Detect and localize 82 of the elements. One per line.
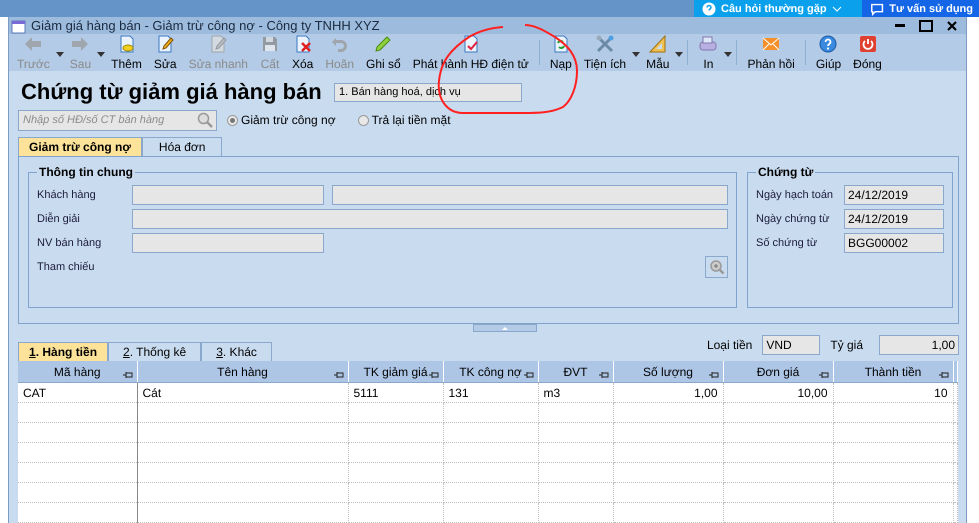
column-header[interactable]: Đơn giá (723, 361, 833, 382)
table-cell: 131 (443, 382, 538, 402)
tab[interactable]: 3. Khác (201, 342, 272, 361)
maximize-icon[interactable] (919, 20, 933, 32)
table-cell: Cát (137, 382, 348, 402)
help-icon (818, 34, 838, 54)
field-label: NV bán hàng (37, 237, 102, 249)
pin-icon[interactable] (938, 370, 948, 378)
toolbar-button[interactable]: Tiện ích (578, 34, 632, 71)
tab[interactable]: 1. Hàng tiền (18, 342, 108, 361)
field-label: Ngày chứng từ (756, 213, 830, 225)
column-header[interactable]: TK công nợ (443, 361, 538, 382)
toolbar-button[interactable]: Xóa (286, 34, 320, 71)
zoom-in-icon (708, 259, 724, 275)
field-label: Diễn giải (37, 213, 81, 225)
support-button[interactable]: Tư vấn sử dụng (862, 0, 979, 17)
field-label: Số chứng từ (756, 237, 818, 249)
close-icon[interactable] (947, 20, 957, 30)
column-header[interactable]: TK giảm giá (348, 361, 443, 382)
pin-icon[interactable] (428, 370, 438, 378)
toolbar-button[interactable]: In (692, 34, 724, 71)
tab[interactable]: Giảm trừ công nợ (18, 137, 142, 156)
tab[interactable]: Hóa đơn (142, 137, 222, 156)
field-label: Khách hàng (37, 189, 97, 201)
input-field[interactable] (132, 209, 728, 229)
radio-option[interactable]: Trả lại tiền mặt (358, 113, 451, 127)
table-cell: 10 (833, 382, 953, 402)
toolbar-button[interactable]: Ghi sổ (360, 34, 407, 71)
group-title: Thông tin chung (38, 165, 134, 179)
tab[interactable]: 2. Thống kê (108, 342, 202, 361)
toolbar-button[interactable]: Sửa (148, 34, 183, 71)
pin-icon[interactable] (708, 370, 718, 378)
table-cell: 1,00 (613, 382, 723, 402)
column-header[interactable]: Thành tiền (833, 361, 953, 382)
form-title: Chứng từ giảm giá hàng bán (20, 79, 323, 105)
search-field[interactable]: Nhập số HĐ/số CT bán hàng (18, 110, 217, 130)
toolbar-button[interactable]: Đóng (847, 34, 888, 71)
input-field[interactable] (132, 185, 324, 205)
column-header[interactable]: Mã hàng (18, 361, 137, 382)
dropdown-arrow-icon[interactable] (724, 52, 732, 57)
toolbar-button[interactable]: Giúp (810, 34, 848, 71)
table-cell: m3 (538, 382, 613, 402)
rate-field[interactable]: 1,00 (879, 335, 959, 355)
field-label: Tham chiếu (37, 261, 96, 273)
table-cell: CAT (18, 382, 137, 402)
splitter-handle[interactable] (472, 324, 536, 332)
search-icon (197, 112, 213, 128)
toolbar-button[interactable]: Nạp (544, 34, 578, 71)
field-label: Tỷ giá (830, 338, 863, 352)
table-cell: 10,00 (723, 382, 833, 402)
currency-field[interactable]: VND (762, 335, 820, 355)
pin-icon[interactable] (598, 370, 608, 378)
pin-icon[interactable] (122, 370, 132, 378)
pin-icon[interactable] (524, 370, 534, 378)
field-label: Loại tiền (706, 338, 752, 352)
ruler-triangle-icon (648, 34, 668, 54)
input-field[interactable] (332, 185, 728, 205)
column-header[interactable]: Tên hàng (137, 361, 348, 382)
input-field[interactable]: 24/12/2019 (844, 185, 944, 205)
toolbar-button[interactable]: Mẫu (640, 34, 676, 71)
dropdown-arrow-icon[interactable] (675, 52, 684, 57)
tools-icon (594, 34, 615, 54)
input-field[interactable]: 24/12/2019 (844, 209, 944, 229)
column-header[interactable]: ĐVT (538, 361, 613, 382)
power-icon (858, 34, 878, 54)
toolbar-button[interactable]: Thêm (105, 34, 148, 71)
help-icon (702, 2, 716, 16)
input-field[interactable] (132, 233, 324, 253)
column-header[interactable]: Số lượng (613, 361, 723, 382)
calendar-icon (11, 18, 27, 34)
table-cell: 5111 (348, 382, 443, 402)
dropdown-arrow-icon[interactable] (632, 52, 640, 57)
toolbar-button[interactable]: Phản hồi (741, 34, 801, 71)
pin-icon[interactable] (334, 370, 344, 378)
chat-icon (870, 2, 884, 16)
radio-option[interactable]: Giảm trừ công nợ (227, 113, 336, 127)
window-title: Giảm giá hàng bán - Giảm trừ công nợ - Công ty TNHH XYZ (31, 18, 381, 33)
field-label: Ngày hạch toán (756, 189, 834, 201)
group-title: Chứng từ (757, 165, 814, 179)
arrow-right-icon (70, 34, 90, 54)
input-field[interactable]: BGG00002 (844, 233, 944, 253)
pin-icon[interactable] (818, 370, 828, 378)
